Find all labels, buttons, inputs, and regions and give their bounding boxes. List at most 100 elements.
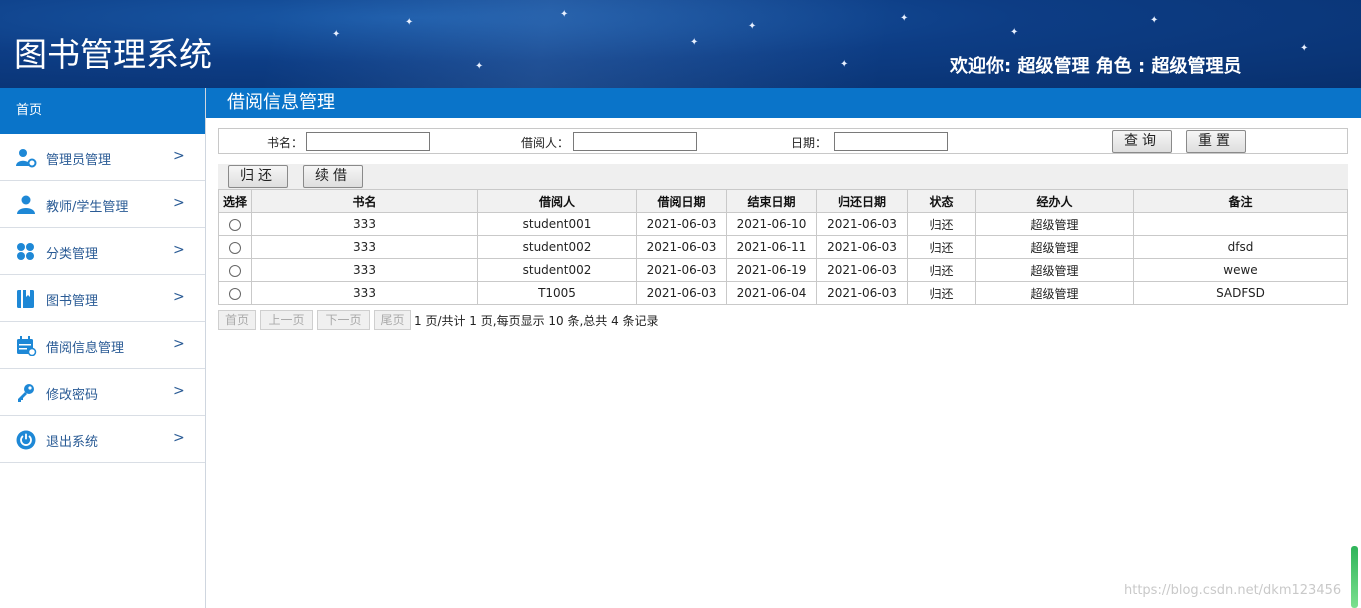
- table-row[interactable]: 333 student001 2021-06-03 2021-06-10 202…: [218, 212, 1348, 236]
- row-select-cell[interactable]: [218, 258, 252, 282]
- cell-remark: dfsd: [1133, 235, 1348, 259]
- chevron-right-icon: >: [173, 336, 185, 352]
- power-icon: [16, 430, 36, 450]
- app-header: ✦ ✦ ✦ ✦ ✦ ✦ ✦ ✦ ✦ ✦ ✦ 图书管理系统 欢迎你: 超级管理 角…: [0, 0, 1361, 88]
- calendar-icon: [17, 336, 37, 356]
- date-input[interactable]: [834, 132, 948, 151]
- cell-borrower: T1005: [477, 281, 637, 305]
- pagination-info: 1 页/共计 1 页,每页显示 10 条,总共 4 条记录: [414, 314, 659, 328]
- column-header-remark[interactable]: 备注: [1133, 189, 1348, 213]
- star-decoration: ✦: [1010, 27, 1019, 38]
- next-page-button[interactable]: 下一页: [317, 310, 370, 330]
- star-decoration: ✦: [748, 21, 757, 32]
- cell-book: 333: [251, 281, 478, 305]
- column-header-book[interactable]: 书名: [251, 189, 478, 213]
- sidebar-item-label: 分类管理: [46, 247, 99, 262]
- cell-status: 归还: [907, 212, 976, 236]
- app-title: 图书管理系统: [14, 35, 212, 74]
- sidebar-item-home[interactable]: 首页: [0, 88, 205, 134]
- sidebar-item-password[interactable]: 修改密码 >: [0, 369, 205, 416]
- star-decoration: ✦: [840, 59, 849, 70]
- row-select-cell[interactable]: [218, 281, 252, 305]
- sidebar: 首页 管理员管理 > 教师/学生管理 > 分类管理 > 图书管理 > 借阅信息管…: [0, 88, 206, 608]
- cell-borrower: student002: [477, 235, 637, 259]
- cell-borrow-date: 2021-06-03: [636, 212, 727, 236]
- reset-button[interactable]: 重置: [1186, 130, 1246, 153]
- cell-end-date: 2021-06-10: [726, 212, 817, 236]
- chevron-right-icon: >: [173, 242, 185, 258]
- sidebar-item-label: 管理员管理: [46, 153, 112, 168]
- star-decoration: ✦: [900, 13, 909, 24]
- column-header-end-date[interactable]: 结束日期: [726, 189, 817, 213]
- chevron-right-icon: >: [173, 383, 185, 399]
- chevron-right-icon: >: [173, 289, 185, 305]
- star-decoration: ✦: [560, 9, 569, 20]
- row-select-cell[interactable]: [218, 235, 252, 259]
- action-toolbar: 归还 续借: [218, 164, 1348, 190]
- cell-remark: [1133, 212, 1348, 236]
- column-header-borrower[interactable]: 借阅人: [477, 189, 637, 213]
- cell-status: 归还: [907, 235, 976, 259]
- sidebar-item-category[interactable]: 分类管理 >: [0, 228, 205, 275]
- table-row[interactable]: 333 T1005 2021-06-03 2021-06-04 2021-06-…: [218, 281, 1348, 305]
- sidebar-item-label: 图书管理: [46, 294, 99, 309]
- cell-remark: wewe: [1133, 258, 1348, 282]
- table-row[interactable]: 333 student002 2021-06-03 2021-06-19 202…: [218, 258, 1348, 282]
- sidebar-item-users[interactable]: 教师/学生管理 >: [0, 181, 205, 228]
- sidebar-item-admin[interactable]: 管理员管理 >: [0, 134, 205, 181]
- chevron-right-icon: >: [173, 148, 185, 164]
- cell-borrow-date: 2021-06-03: [636, 258, 727, 282]
- column-header-operator[interactable]: 经办人: [975, 189, 1134, 213]
- cell-operator: 超级管理: [975, 281, 1134, 305]
- last-page-button[interactable]: 尾页: [374, 310, 411, 330]
- chevron-right-icon: >: [173, 430, 185, 446]
- row-radio[interactable]: [229, 218, 241, 231]
- column-header-borrow-date[interactable]: 借阅日期: [636, 189, 727, 213]
- first-page-button[interactable]: 首页: [218, 310, 256, 330]
- column-header-status[interactable]: 状态: [907, 189, 976, 213]
- cell-operator: 超级管理: [975, 212, 1134, 236]
- category-grid-icon: [17, 243, 34, 260]
- star-decoration: ✦: [332, 29, 341, 40]
- renew-button[interactable]: 续借: [303, 165, 363, 188]
- column-header-return-date[interactable]: 归还日期: [816, 189, 908, 213]
- sidebar-item-logout[interactable]: 退出系统 >: [0, 416, 205, 463]
- key-icon: [18, 384, 34, 402]
- sidebar-item-books[interactable]: 图书管理 >: [0, 275, 205, 322]
- row-select-cell[interactable]: [218, 212, 252, 236]
- row-radio[interactable]: [229, 241, 241, 254]
- watermark: https://blog.csdn.net/dkm123456: [1124, 583, 1342, 598]
- cell-return-date: 2021-06-03: [816, 235, 908, 259]
- cell-end-date: 2021-06-04: [726, 281, 817, 305]
- sidebar-item-borrow[interactable]: 借阅信息管理 >: [0, 322, 205, 369]
- welcome-text: 欢迎你: 超级管理 角色 : 超级管理员: [950, 56, 1242, 77]
- page-title: 借阅信息管理: [206, 88, 1361, 118]
- column-header-select: 选择: [218, 189, 252, 213]
- cell-status: 归还: [907, 258, 976, 282]
- prev-page-button[interactable]: 上一页: [260, 310, 313, 330]
- row-radio[interactable]: [229, 264, 241, 277]
- star-decoration: ✦: [1300, 43, 1309, 54]
- cell-book: 333: [251, 258, 478, 282]
- cell-remark: SADFSD: [1133, 281, 1348, 305]
- book-icon: [17, 290, 34, 308]
- sidebar-item-label: 修改密码: [46, 388, 99, 403]
- return-button[interactable]: 归还: [228, 165, 288, 188]
- user-icon: [17, 195, 35, 214]
- book-name-input[interactable]: [306, 132, 430, 151]
- star-decoration: ✦: [475, 61, 484, 72]
- borrower-label: 借阅人：: [521, 136, 570, 150]
- cell-borrow-date: 2021-06-03: [636, 235, 727, 259]
- cell-borrower: student001: [477, 212, 637, 236]
- row-radio[interactable]: [229, 287, 241, 300]
- cell-return-date: 2021-06-03: [816, 212, 908, 236]
- scroll-indicator[interactable]: [1351, 546, 1358, 608]
- sidebar-item-label: 退出系统: [46, 435, 99, 450]
- table-row[interactable]: 333 student002 2021-06-03 2021-06-11 202…: [218, 235, 1348, 259]
- query-button[interactable]: 查询: [1112, 130, 1172, 153]
- cell-operator: 超级管理: [975, 258, 1134, 282]
- star-decoration: ✦: [690, 37, 699, 48]
- cell-borrower: student002: [477, 258, 637, 282]
- chevron-right-icon: >: [173, 195, 185, 211]
- borrower-input[interactable]: [573, 132, 697, 151]
